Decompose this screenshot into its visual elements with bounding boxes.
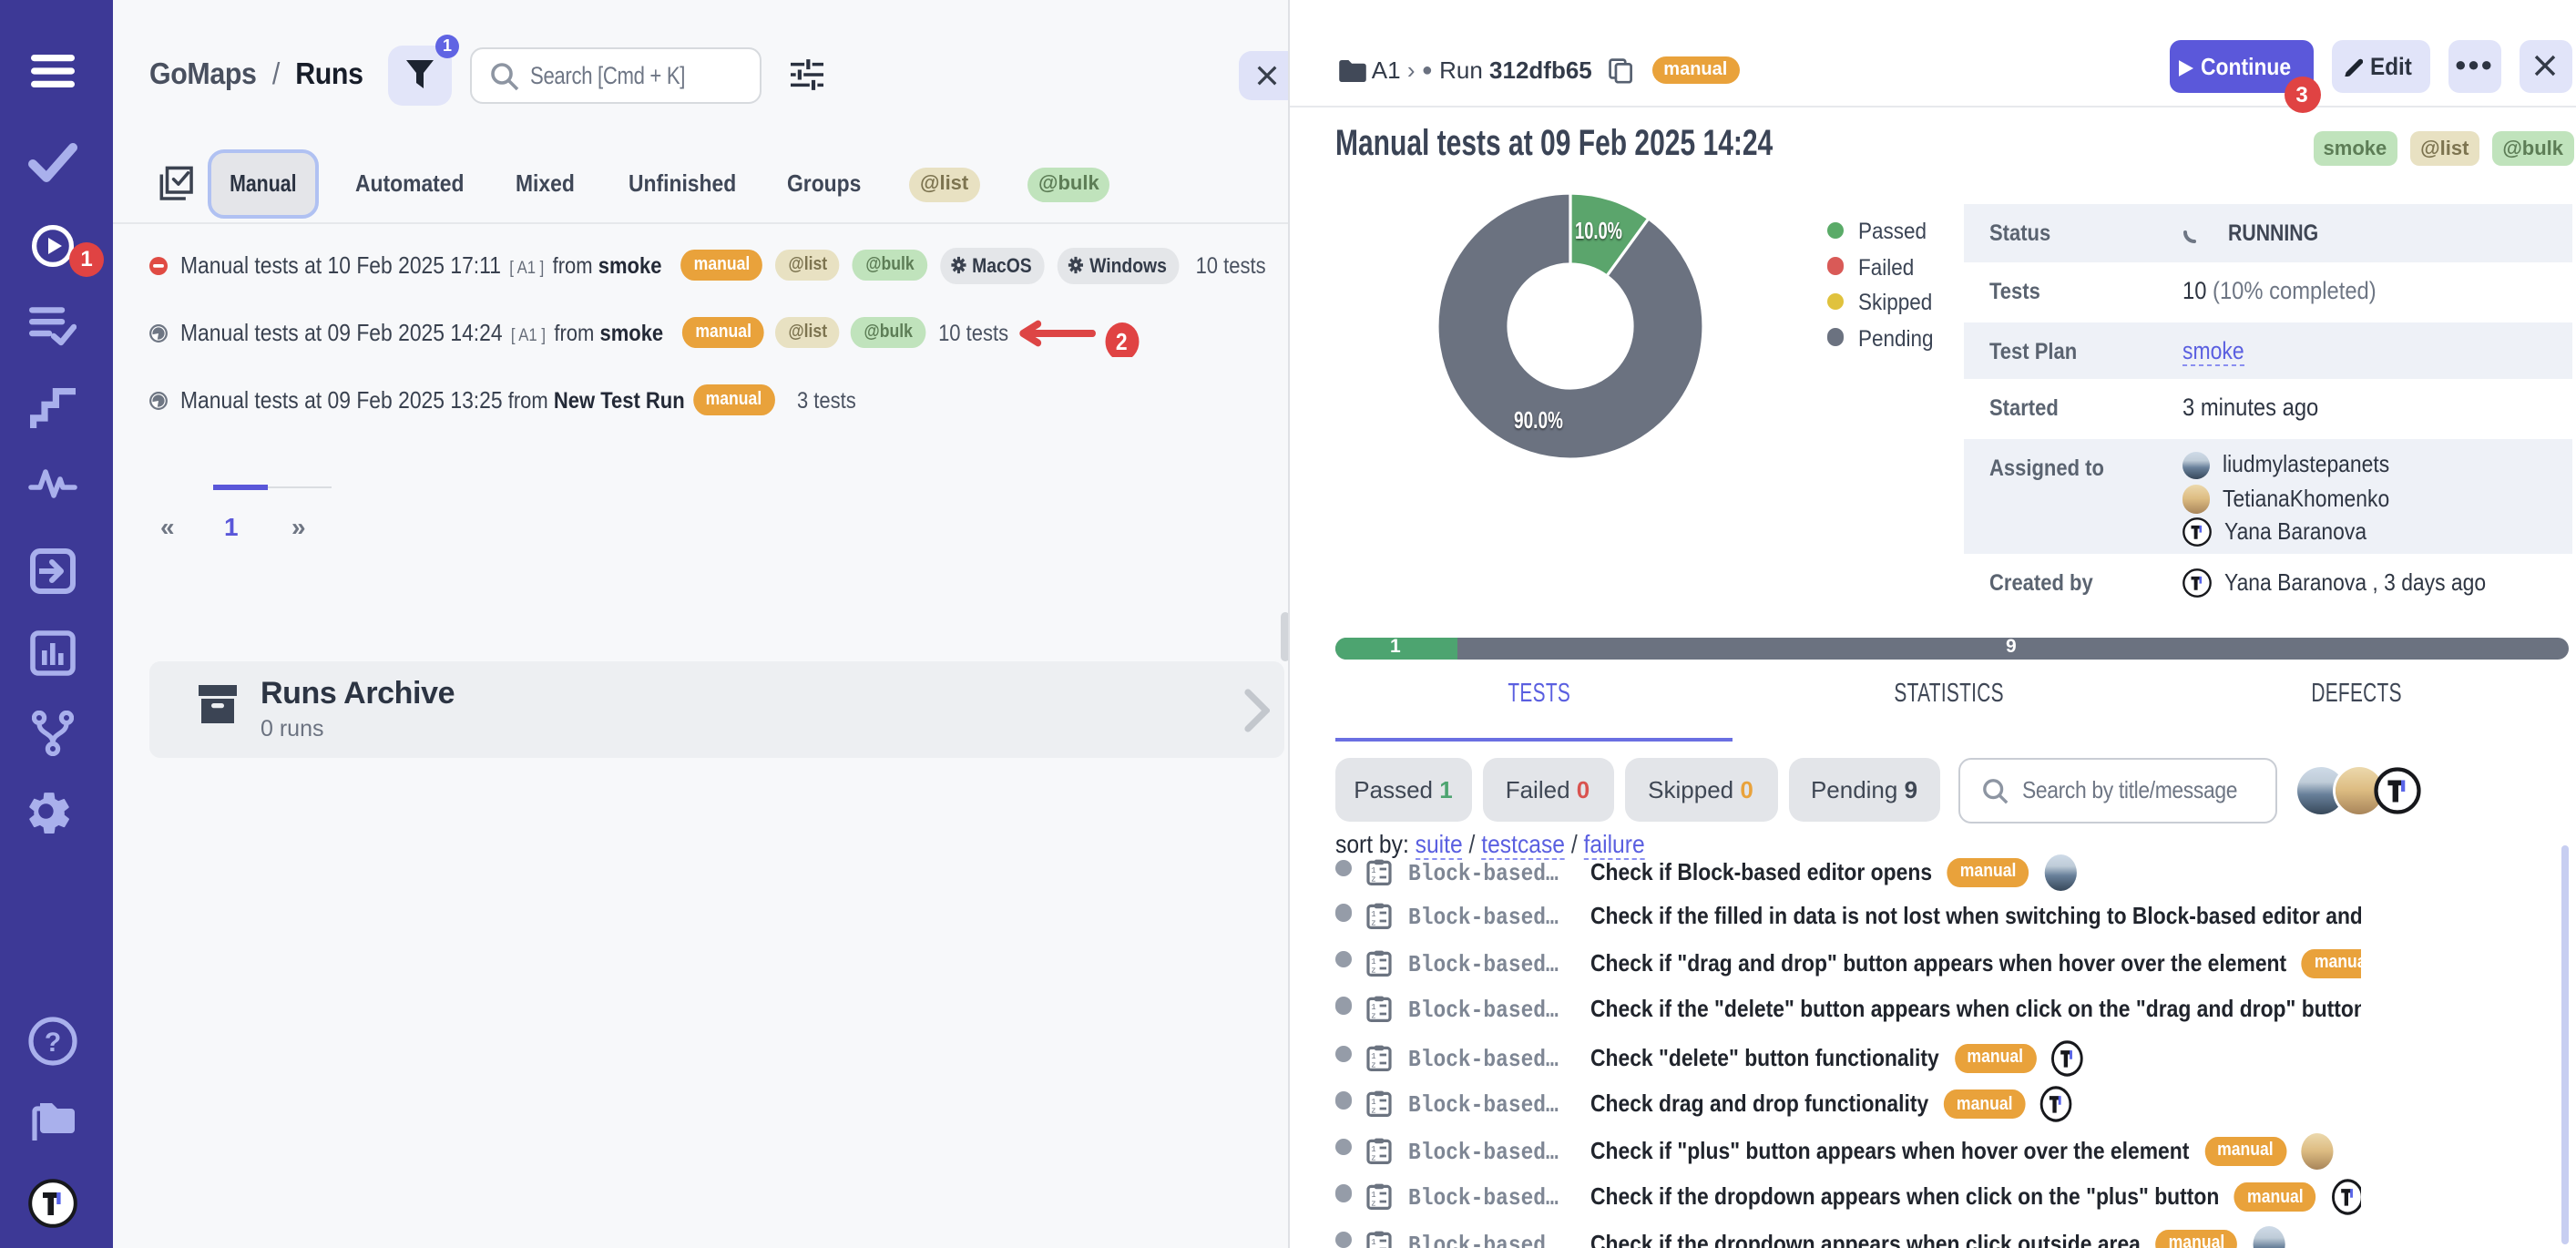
svg-text:z: z [1372,1153,1376,1162]
svg-text:z: z [1372,875,1376,884]
svg-text:z: z [1372,1107,1376,1116]
svg-text:90.0%: 90.0% [1514,406,1563,434]
svg-text:z: z [1372,1012,1376,1021]
svg-text:z: z [1372,966,1376,975]
svg-text:1: 1 [1372,1145,1376,1154]
svg-text:z: z [1372,1060,1376,1069]
svg-text:1: 1 [1372,1099,1376,1108]
svg-text:1: 1 [1372,956,1376,966]
svg-text:1: 1 [1372,910,1376,919]
svg-text:10.0%: 10.0% [1575,217,1622,244]
svg-text:1: 1 [1372,1003,1376,1012]
svg-text:?: ? [45,1028,61,1058]
svg-text:z: z [1372,919,1376,928]
svg-text:1: 1 [1372,1192,1376,1201]
svg-text:1: 1 [1372,1238,1376,1247]
svg-text:z: z [1372,1200,1376,1209]
svg-text:1: 1 [1372,865,1376,875]
svg-text:1: 1 [1372,1051,1376,1060]
